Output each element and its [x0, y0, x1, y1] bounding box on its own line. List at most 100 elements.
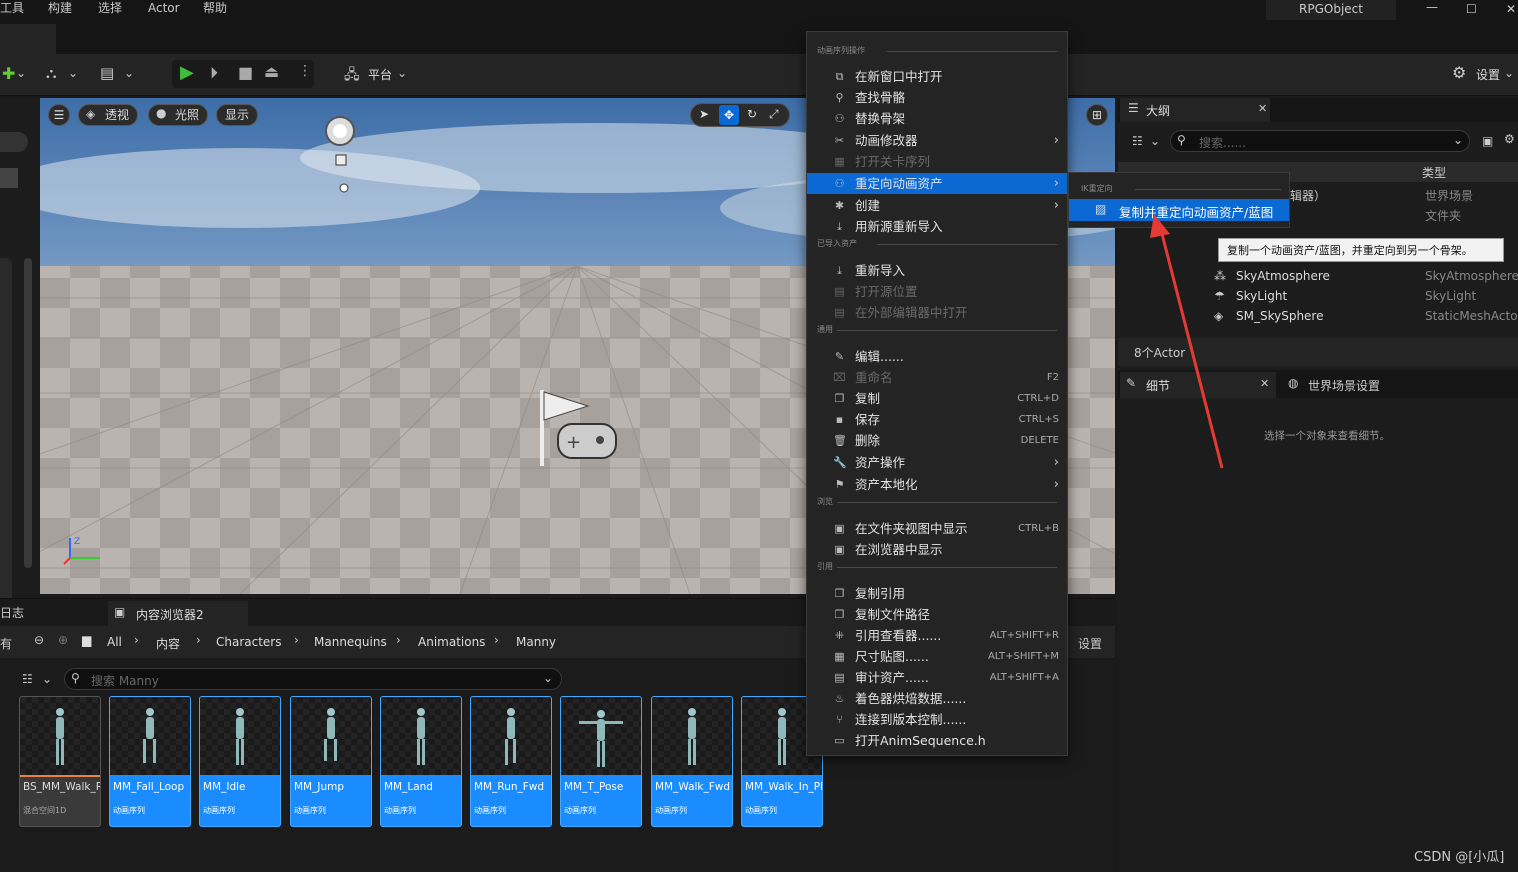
- platform-button[interactable]: 平台: [368, 66, 392, 83]
- gear-icon[interactable]: ⚙: [1504, 132, 1515, 146]
- menu-item-find-skeleton[interactable]: ⚲ 查找骨骼: [807, 87, 1067, 108]
- crumb-content[interactable]: 内容: [156, 635, 180, 652]
- crumb-animations[interactable]: Animations: [418, 635, 485, 649]
- asset-tile[interactable]: MM_Idle 动画序列: [199, 696, 281, 827]
- left-scroll-strip[interactable]: [0, 258, 12, 638]
- crumb-mannequins[interactable]: Mannequins: [314, 635, 387, 649]
- eject-button[interactable]: ⏏: [264, 62, 279, 81]
- menu-item-label: 复制文件路径: [855, 607, 931, 622]
- step-button[interactable]: ⏵: [210, 63, 218, 83]
- collapsed-field[interactable]: [0, 132, 28, 152]
- menu-actor[interactable]: Actor: [148, 0, 180, 16]
- menu-item-audit[interactable]: ▤ 审计资产...... ALT+SHIFT+A: [807, 667, 1067, 688]
- search-icon: ⚲: [1177, 133, 1186, 147]
- close-icon[interactable]: ✕: [1258, 102, 1267, 115]
- menu-item-label: 重命名: [855, 370, 893, 385]
- rotate-tool-icon[interactable]: ↻: [747, 107, 757, 121]
- menu-item-create[interactable]: ✱ 创建 ›: [807, 195, 1067, 216]
- menu-item-label: 着色器烘焙数据......: [855, 691, 967, 706]
- play-button[interactable]: ▶: [180, 62, 194, 83]
- menu-item-open-window[interactable]: ⧉ 在新窗口中打开: [807, 66, 1067, 87]
- menu-build[interactable]: 构建: [48, 0, 72, 16]
- forward-icon[interactable]: ⊕: [58, 633, 68, 647]
- type-column-header[interactable]: 类型: [1422, 164, 1446, 181]
- menu-item-label: 复制: [855, 391, 881, 406]
- localization-icon: ⚑: [834, 478, 845, 491]
- scale-tool-icon[interactable]: ⤢: [769, 107, 779, 122]
- menu-item-header-file[interactable]: ▭ 打开AnimSequence.h: [807, 730, 1067, 751]
- menu-item-reference-viewer[interactable]: ⁜ 引用查看器...... ALT+SHIFT+R: [807, 625, 1067, 646]
- menu-tools[interactable]: 工具: [0, 0, 24, 16]
- crumb-all[interactable]: All: [107, 635, 122, 649]
- menu-item-edit[interactable]: ✎ 编辑......: [807, 346, 1067, 367]
- add-actor-icon[interactable]: ✚: [2, 64, 15, 83]
- level-tab-strip: [0, 20, 1518, 54]
- back-icon[interactable]: ⊖: [34, 633, 44, 647]
- menu-item-reimport-new[interactable]: ⤓ 用新源重新导入: [807, 216, 1067, 237]
- asset-tile[interactable]: MM_T_Pose 动画序列: [560, 696, 642, 827]
- asset-name: MM_Walk_In_Place: [745, 781, 823, 793]
- blueprint-icon[interactable]: ⛬: [46, 64, 57, 82]
- chevron-right-icon: ›: [1053, 455, 1059, 470]
- close-window-button[interactable]: ✕: [1506, 2, 1516, 16]
- layout-button[interactable]: ⊞: [1086, 104, 1108, 126]
- close-icon[interactable]: ✕: [1260, 377, 1269, 390]
- replace-skeleton-icon: ⚇: [834, 112, 845, 125]
- menu-bar: 工具 构建 选择 Actor 帮助 RPGObject — ☐ ✕: [0, 0, 1518, 20]
- menu-item-anim-modifier[interactable]: ✂ 动画修改器 ›: [807, 130, 1067, 151]
- menu-item-browser[interactable]: ▣ 在浏览器中显示: [807, 539, 1067, 560]
- settings-button[interactable]: 设置: [1476, 66, 1500, 83]
- add-folder-icon[interactable]: ▣: [1482, 134, 1493, 148]
- menu-select[interactable]: 选择: [98, 0, 122, 16]
- content-settings-button[interactable]: 设置: [1078, 635, 1102, 652]
- outliner-search-input[interactable]: ⚲ 搜索...... ⌄: [1170, 130, 1470, 152]
- menu-item-shader[interactable]: ♨ 着色器烘焙数据......: [807, 688, 1067, 709]
- menu-item-reimport[interactable]: ⤓ 重新导入: [807, 260, 1067, 281]
- move-tool-icon[interactable]: ✥: [719, 105, 739, 125]
- filter-icon[interactable]: ☷: [1132, 134, 1143, 148]
- asset-tile[interactable]: MM_Walk_Fwd 动画序列: [651, 696, 733, 827]
- menu-item-duplicate[interactable]: ❐ 复制 CTRL+D: [807, 388, 1067, 409]
- menu-item-copy-reference[interactable]: ❐ 复制引用: [807, 583, 1067, 604]
- crumb-characters[interactable]: Characters: [216, 635, 282, 649]
- menu-item-size-map[interactable]: ▦ 尺寸贴图...... ALT+SHIFT+M: [807, 646, 1067, 667]
- asset-tile[interactable]: MM_Fall_Loop 动画序列: [109, 696, 191, 827]
- select-tool-icon[interactable]: ➤: [699, 107, 709, 121]
- copy-reference-icon: ❐: [834, 587, 845, 600]
- show-button[interactable]: 显示: [216, 104, 259, 126]
- menu-item-localization[interactable]: ⚑ 资产本地化 ›: [807, 474, 1067, 495]
- stop-button[interactable]: ■: [238, 63, 253, 82]
- menu-item-asset-actions[interactable]: 🔧 资产操作 ›: [807, 452, 1067, 473]
- content-browser-title: 内容浏览器2: [136, 608, 204, 622]
- outliner-tab[interactable]: ☰ 大纲 ✕: [1120, 98, 1270, 122]
- minimize-button[interactable]: —: [1426, 0, 1438, 14]
- maximize-button[interactable]: ☐: [1466, 2, 1477, 16]
- menu-item-source-control[interactable]: ⑂ 连接到版本控制......: [807, 709, 1067, 730]
- viewport-menu-button[interactable]: ☰: [48, 104, 70, 126]
- filter-icon[interactable]: ☷: [22, 672, 33, 686]
- mode-icon[interactable]: [0, 168, 18, 188]
- menu-item-delete[interactable]: 🗑 删除 DELETE: [807, 430, 1067, 451]
- menu-item-retarget[interactable]: ⚇ 重定向动画资产 ›: [807, 173, 1067, 194]
- scrollbar[interactable]: [24, 258, 32, 568]
- menu-item-label: 复制引用: [855, 586, 906, 601]
- save-all-label[interactable]: 有: [0, 635, 12, 652]
- level-tab[interactable]: [0, 24, 56, 54]
- menu-item-save[interactable]: ▪ 保存 CTRL+S: [807, 409, 1067, 430]
- asset-tile[interactable]: BS_MM_Walk_Run 混合空间1D: [19, 696, 101, 827]
- more-options-icon[interactable]: ⋮: [298, 63, 312, 79]
- menu-help[interactable]: 帮助: [203, 0, 227, 16]
- asset-tile[interactable]: MM_Run_Fwd 动画序列: [470, 696, 552, 827]
- log-tab[interactable]: 日志: [0, 604, 24, 621]
- menu-item-replace-skeleton[interactable]: ⚇ 替换骨架: [807, 108, 1067, 129]
- world-settings-tab[interactable]: 世界场景设置: [1308, 377, 1380, 394]
- asset-search-input[interactable]: ⚲ 搜索 Manny ⌄: [64, 668, 562, 690]
- menu-item-folder-view[interactable]: ▣ 在文件夹视图中显示 CTRL+B: [807, 518, 1067, 539]
- cinematics-icon[interactable]: ▤: [100, 64, 114, 82]
- asset-thumbnail: [291, 697, 371, 775]
- menu-item-copy-path[interactable]: ❐ 复制文件路径: [807, 604, 1067, 625]
- asset-tile[interactable]: MM_Jump 动画序列: [290, 696, 372, 827]
- content-browser-tab[interactable]: ▣ 内容浏览器2: [108, 601, 248, 627]
- crumb-manny[interactable]: Manny: [516, 635, 556, 649]
- asset-tile[interactable]: MM_Land 动画序列: [380, 696, 462, 827]
